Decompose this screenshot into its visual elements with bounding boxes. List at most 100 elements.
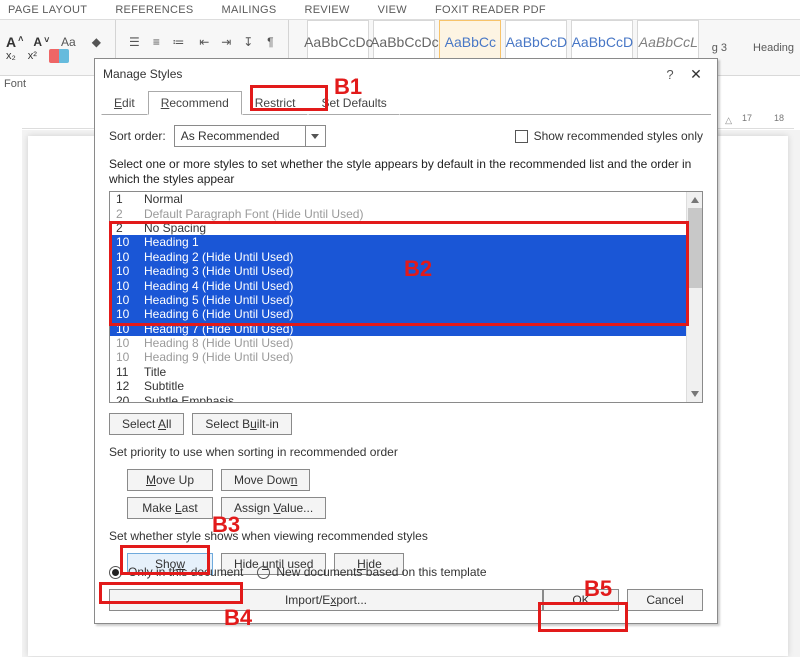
ribbon-row2: x₂ x² (0, 44, 69, 68)
style-gallery[interactable]: AaBbCcDc AaBbCcDc AaBbCc AaBbCcD AaBbCcD… (307, 20, 699, 64)
ribbon-tab-references[interactable]: REFERENCES (115, 4, 193, 16)
style-priority: 10 (116, 279, 136, 293)
ok-button[interactable]: OK (543, 589, 619, 611)
style-list-row[interactable]: 10Heading 7 (Hide Until Used) (110, 322, 686, 336)
style-chip-normal[interactable]: AaBbCcDc (307, 20, 369, 64)
style-list-row[interactable]: 10 Heading 9 (Hide Until Used) (110, 350, 686, 364)
move-up-button[interactable]: Move Up (127, 469, 213, 491)
style-list-row[interactable]: 2No Spacing (110, 221, 686, 235)
style-name: No Spacing (144, 221, 206, 235)
numbering-icon[interactable]: ≡ (148, 34, 164, 50)
clear-formatting-icon[interactable]: ◆ (87, 33, 105, 51)
bullets-icon[interactable]: ☰ (126, 34, 142, 50)
ribbon-tab-page-layout[interactable]: PAGE LAYOUT (8, 4, 87, 16)
scroll-down-icon[interactable] (687, 386, 702, 402)
assign-value-button[interactable]: Assign Value... (221, 497, 326, 519)
text-effects-icon[interactable] (49, 49, 69, 63)
ribbon-tab-mailings[interactable]: MAILINGS (222, 4, 277, 16)
ribbon-separator (288, 20, 289, 64)
style-priority: 10 (116, 250, 136, 264)
style-priority: 20 (116, 394, 136, 402)
font-group-label: Font (4, 78, 26, 90)
style-chip-nospacing[interactable]: AaBbCcDc (373, 20, 435, 64)
priority-section-label: Set priority to use when sorting in reco… (109, 445, 703, 459)
style-list-row[interactable]: 10Heading 4 (Hide Until Used) (110, 278, 686, 292)
style-chip-subtitle[interactable]: AaBbCcL (637, 20, 699, 64)
help-button[interactable]: ? (659, 67, 681, 82)
new-documents-radio[interactable]: New documents based on this template (257, 565, 486, 579)
style-list-row[interactable]: 11 Title (110, 365, 686, 379)
chevron-down-icon[interactable] (305, 126, 325, 146)
style-list-row[interactable]: 1Normal (110, 192, 686, 206)
style-list-row[interactable]: 12Subtitle (110, 379, 686, 393)
checkbox-icon (515, 130, 528, 143)
import-export-button[interactable]: Import/Export... (109, 589, 543, 611)
style-list-row[interactable]: 10Heading 1 (110, 235, 686, 249)
style-name: Heading 9 (Hide Until Used) (144, 350, 293, 364)
style-names-row: g 3 Heading (712, 42, 794, 54)
style-list-row[interactable]: 10 Heading 5 (Hide Until Used) (110, 293, 686, 307)
tab-set-defaults[interactable]: Set Defaults (308, 91, 399, 115)
style-chip-heading1[interactable]: AaBbCc (439, 20, 501, 64)
style-chip-heading2[interactable]: AaBbCcD (505, 20, 567, 64)
ribbon-tab-view[interactable]: VIEW (378, 4, 407, 16)
ribbon-tab-foxit[interactable]: FOXIT READER PDF (435, 4, 546, 16)
make-last-button[interactable]: Make Last (127, 497, 213, 519)
style-priority: 1 (116, 192, 136, 206)
style-list-row[interactable]: 20Subtle Emphasis (110, 393, 686, 402)
style-name: Default Paragraph Font (Hide Until Used) (144, 207, 363, 221)
multilevel-icon[interactable]: ≔ (170, 34, 186, 50)
sort-order-label: Sort order: (109, 129, 166, 143)
indent-left-icon[interactable]: ⇤ (196, 34, 212, 50)
style-list-row[interactable]: 2Default Paragraph Font (Hide Until Used… (110, 206, 686, 220)
superscript-button[interactable]: x² (28, 50, 37, 62)
only-this-document-label: Only in this document (128, 565, 243, 579)
style-priority: 10 (116, 235, 136, 249)
ribbon-tabs: PAGE LAYOUT REFERENCES MAILINGS REVIEW V… (0, 0, 800, 20)
style-priority: 10 (116, 307, 136, 321)
sort-order-combo[interactable]: As Recommended (174, 125, 326, 147)
show-recommended-only-checkbox[interactable]: Show recommended styles only (515, 129, 703, 143)
ruler-tick-18: 18 (774, 113, 784, 123)
style-list-row[interactable]: 10 Heading 2 (Hide Until Used) (110, 250, 686, 264)
cancel-button[interactable]: Cancel (627, 589, 703, 611)
style-name: Heading 6 (Hide Until Used) (144, 307, 293, 321)
style-name-g3: g 3 (712, 42, 727, 54)
style-list-row[interactable]: 10 Heading 6 (Hide Until Used) (110, 307, 686, 321)
select-all-button[interactable]: Select All (109, 413, 184, 435)
listbox-scrollbar[interactable] (686, 192, 702, 402)
styles-listbox[interactable]: 1Normal2Default Paragraph Font (Hide Unt… (109, 191, 703, 403)
show-recommended-only-label: Show recommended styles only (534, 129, 703, 143)
select-builtin-button[interactable]: Select Built-in (192, 413, 291, 435)
dialog-titlebar[interactable]: Manage Styles ? ✕ (95, 59, 717, 91)
scroll-up-icon[interactable] (687, 192, 702, 208)
style-list-row[interactable]: 10Heading 3 (Hide Until Used) (110, 264, 686, 278)
tab-recommend[interactable]: Recommend (148, 91, 242, 115)
style-priority: 10 (116, 264, 136, 278)
style-name: Heading 5 (Hide Until Used) (144, 293, 293, 307)
close-button[interactable]: ✕ (681, 63, 711, 85)
style-priority: 10 (116, 336, 136, 350)
indent-right-icon[interactable]: ⇥ (218, 34, 234, 50)
move-down-button[interactable]: Move Down (221, 469, 310, 491)
ruler-marker-icon[interactable]: △ (725, 115, 732, 126)
style-priority: 10 (116, 293, 136, 307)
style-priority: 11 (116, 365, 136, 379)
style-list-row[interactable]: 10Heading 8 (Hide Until Used) (110, 336, 686, 350)
style-priority: 10 (116, 350, 136, 364)
only-this-document-radio[interactable]: Only in this document (109, 565, 243, 579)
style-name: Heading 2 (Hide Until Used) (144, 250, 293, 264)
style-priority: 10 (116, 322, 136, 336)
style-chip-heading3[interactable]: AaBbCcD (571, 20, 633, 64)
ribbon-tab-review[interactable]: REVIEW (304, 4, 349, 16)
list-buttons: ☰ ≡ ≔ (126, 34, 186, 50)
tab-edit[interactable]: Edit (101, 91, 148, 115)
sort-icon[interactable]: ↧ (240, 34, 256, 50)
style-name: Title (144, 365, 166, 379)
visibility-section-label: Set whether style shows when viewing rec… (109, 529, 703, 543)
subscript-button[interactable]: x₂ (6, 50, 16, 62)
ribbon-separator (115, 20, 116, 64)
pilcrow-icon[interactable]: ¶ (262, 34, 278, 50)
scroll-thumb[interactable] (688, 208, 702, 288)
tab-restrict[interactable]: Restrict (242, 91, 309, 115)
